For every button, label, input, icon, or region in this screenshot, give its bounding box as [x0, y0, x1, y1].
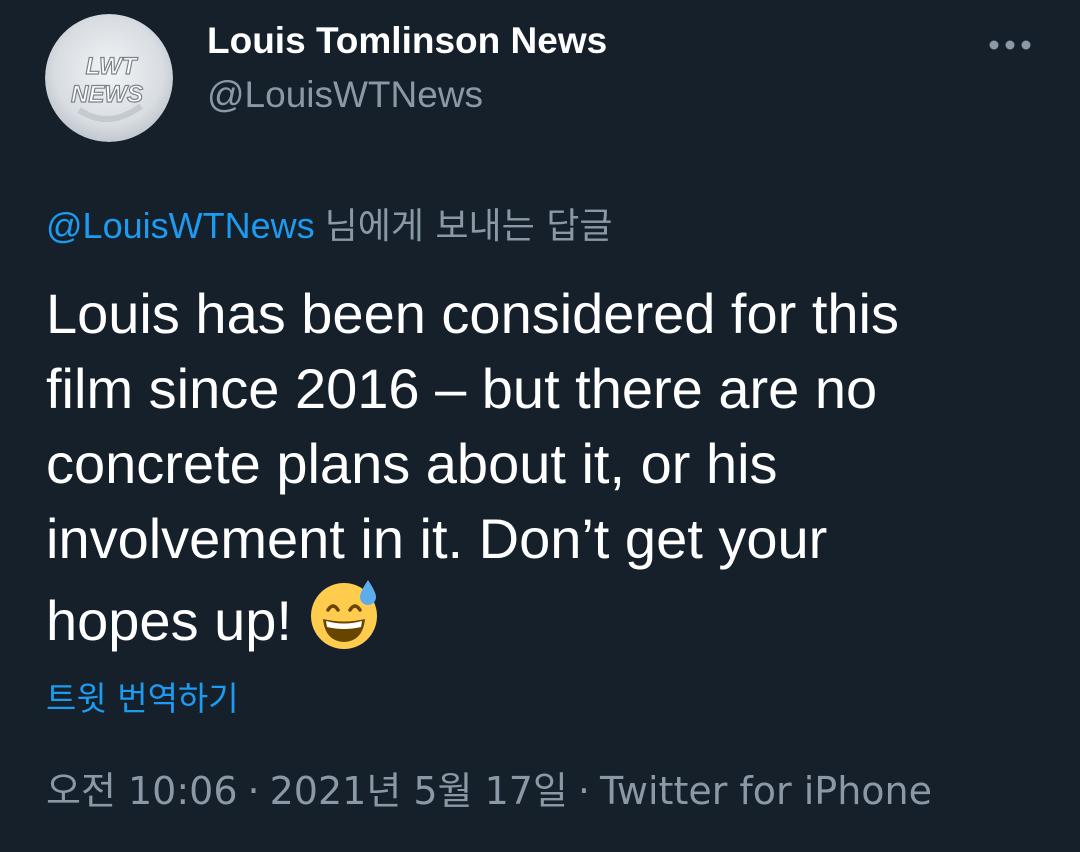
tweet-text-line: hopes up! [46, 589, 292, 652]
more-options-button[interactable] [982, 26, 1038, 64]
tweet-time[interactable]: 오전 10:06 [46, 769, 238, 813]
avatar-text-top: LWT [86, 53, 139, 80]
translate-tweet-link[interactable]: 트윗 번역하기 [46, 672, 239, 720]
tweet-text: Louis has been considered for this film … [46, 276, 1046, 658]
tweet-meta: 오전 10:06 · 2021년 5월 17일 · Twitter for iPhone [46, 760, 932, 815]
author-handle[interactable]: @LouisWTNews [207, 74, 483, 116]
tweet-text-line: involvement in it. Don’t get your [46, 507, 828, 570]
reply-handle-link[interactable]: @LouisWTNews [46, 205, 315, 246]
avatar-logo-icon: LWT NEWS [45, 14, 173, 142]
meta-separator: · [247, 769, 260, 813]
avatar[interactable]: LWT NEWS [45, 14, 173, 142]
grinning-face-with-sweat-icon [306, 576, 382, 652]
tweet-text-line: Louis has been considered for this [46, 282, 899, 345]
meta-separator: · [577, 769, 590, 813]
tweet-text-line: film since 2016 – but there are no [46, 357, 878, 420]
tweet-text-last-line: hopes up! [46, 576, 1046, 658]
reply-context-label: 님에게 보내는 답글 [324, 206, 613, 247]
more-horizontal-icon [989, 40, 1031, 50]
tweet-date[interactable]: 2021년 5월 17일 [270, 769, 568, 813]
avatar-text-bottom: NEWS [71, 81, 143, 108]
reply-context: @LouisWTNews 님에게 보내는 답글 [46, 197, 612, 249]
tweet-text-line: concrete plans about it, or his [46, 432, 778, 495]
tweet-source-link[interactable]: Twitter for iPhone [600, 769, 932, 813]
author-display-name[interactable]: Louis Tomlinson News [207, 20, 607, 62]
